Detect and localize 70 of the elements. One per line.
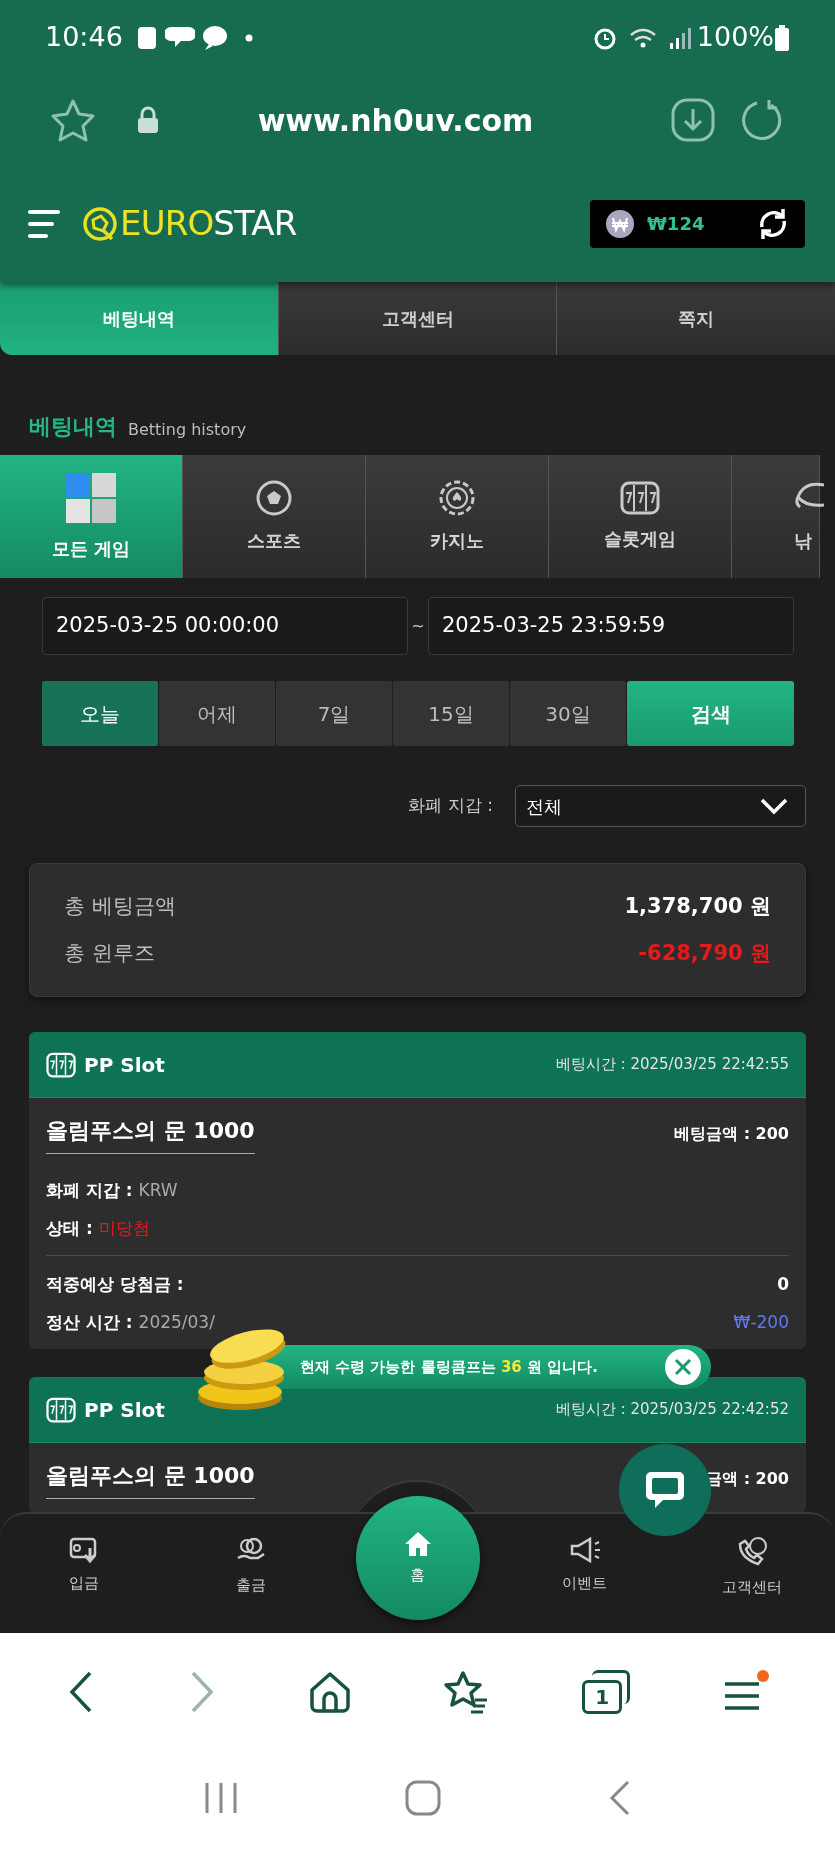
soccer-ball-icon: [255, 479, 293, 517]
summary-value: -628,790 원: [638, 940, 771, 967]
end-date-field[interactable]: 2025-03-25 23:59:59: [428, 597, 794, 655]
result-amount: ₩-200: [733, 1310, 789, 1334]
wallet-select[interactable]: 전체: [515, 785, 806, 827]
summary-label: 총 베팅금액: [64, 892, 176, 920]
period-button[interactable]: 오늘: [42, 681, 158, 746]
settle-time: 정산 시간 : 2025/03/: [46, 1310, 215, 1334]
expected-win-value: 0: [777, 1273, 789, 1296]
toast-message: 현재 수령 가능한 롤링콤프는 36 원 입니다.: [300, 1356, 598, 1378]
range-separator: ~: [410, 615, 426, 637]
nav-item[interactable]: 입금: [0, 1514, 167, 1633]
summary-label: 총 윈루즈: [64, 940, 155, 967]
summary-value: 1,378,700 원: [624, 892, 771, 920]
status-info: 상태 : 미당첨: [46, 1217, 150, 1238]
nav-item[interactable]: 출금: [167, 1514, 334, 1633]
category-tab[interactable]: 모든 게임: [0, 455, 183, 578]
start-date-field[interactable]: 2025-03-25 00:00:00: [42, 597, 408, 655]
wallet-label: 화폐 지갑 :: [408, 794, 493, 818]
nav-item[interactable]: 고객센터: [668, 1514, 835, 1633]
slot-machine-icon: [620, 481, 660, 515]
bet-amount: 베팅금액 : 200: [674, 1123, 789, 1145]
cubes-icon: [64, 471, 118, 525]
poker-chip-icon: [438, 479, 476, 517]
slot-machine-icon: [46, 1051, 76, 1078]
game-name: PP Slot: [84, 1396, 165, 1424]
tab[interactable]: 쪽지: [556, 282, 835, 355]
won-coin-icon: [605, 208, 635, 239]
expected-win-label: 적중예상 당첨금 :: [46, 1273, 184, 1296]
lock-icon: [136, 106, 160, 134]
bookmark-star-icon[interactable]: [50, 98, 96, 142]
home-button[interactable]: 홈: [355, 1496, 480, 1620]
period-button[interactable]: 7일: [276, 681, 392, 746]
wallet-in-icon: [68, 1536, 99, 1564]
menu-icon[interactable]: [27, 207, 61, 240]
period-button[interactable]: 30일: [510, 681, 626, 746]
nav-item[interactable]: 이벤트: [501, 1514, 668, 1633]
game-name: PP Slot: [84, 1051, 165, 1079]
status-time: 10:46: [45, 20, 123, 55]
wifi-icon: [628, 26, 657, 49]
megaphone-icon: [568, 1536, 601, 1564]
logo-text[interactable]: EUROSTAR: [120, 198, 297, 249]
bet-time: 베팅시간 : 2025/03/25 22:42:52: [555, 1399, 789, 1421]
home-icon[interactable]: [307, 1669, 352, 1714]
slot-machine-icon: [46, 1396, 76, 1423]
close-icon: [674, 1358, 692, 1376]
category-tab[interactable]: 카지노: [366, 455, 549, 578]
recent-apps-icon[interactable]: [203, 1781, 240, 1815]
battery-percent: 100%: [696, 20, 774, 55]
bet-title: 올림푸스의 문 1000: [46, 1114, 255, 1154]
period-button[interactable]: 어제: [159, 681, 275, 746]
app-notification-icon: [136, 25, 157, 50]
close-button[interactable]: [665, 1349, 701, 1385]
dot-icon: [244, 33, 253, 42]
balance-amount: ₩124: [647, 212, 705, 236]
bet-title: 올림푸스의 문 1000: [46, 1459, 255, 1499]
tab[interactable]: 고객센터: [277, 282, 557, 355]
logo-icon: [82, 205, 118, 242]
bet-time: 베팅시간 : 2025/03/25 22:42:55: [555, 1054, 789, 1076]
download-icon[interactable]: [671, 98, 715, 142]
battery-icon: [774, 24, 790, 51]
chat-bubble-icon: [200, 24, 229, 51]
chevron-down-icon: [759, 797, 789, 815]
page-subtitle: Betting history: [128, 422, 247, 438]
signal-icon: [668, 25, 693, 50]
period-button[interactable]: 15일: [393, 681, 509, 746]
category-tab[interactable]: 스포츠: [183, 455, 366, 578]
wallet-info: 화폐 지갑 : KRW: [46, 1180, 178, 1200]
page-title: 베팅내역: [29, 416, 117, 438]
category-tab[interactable]: 슬롯게임: [549, 455, 732, 578]
